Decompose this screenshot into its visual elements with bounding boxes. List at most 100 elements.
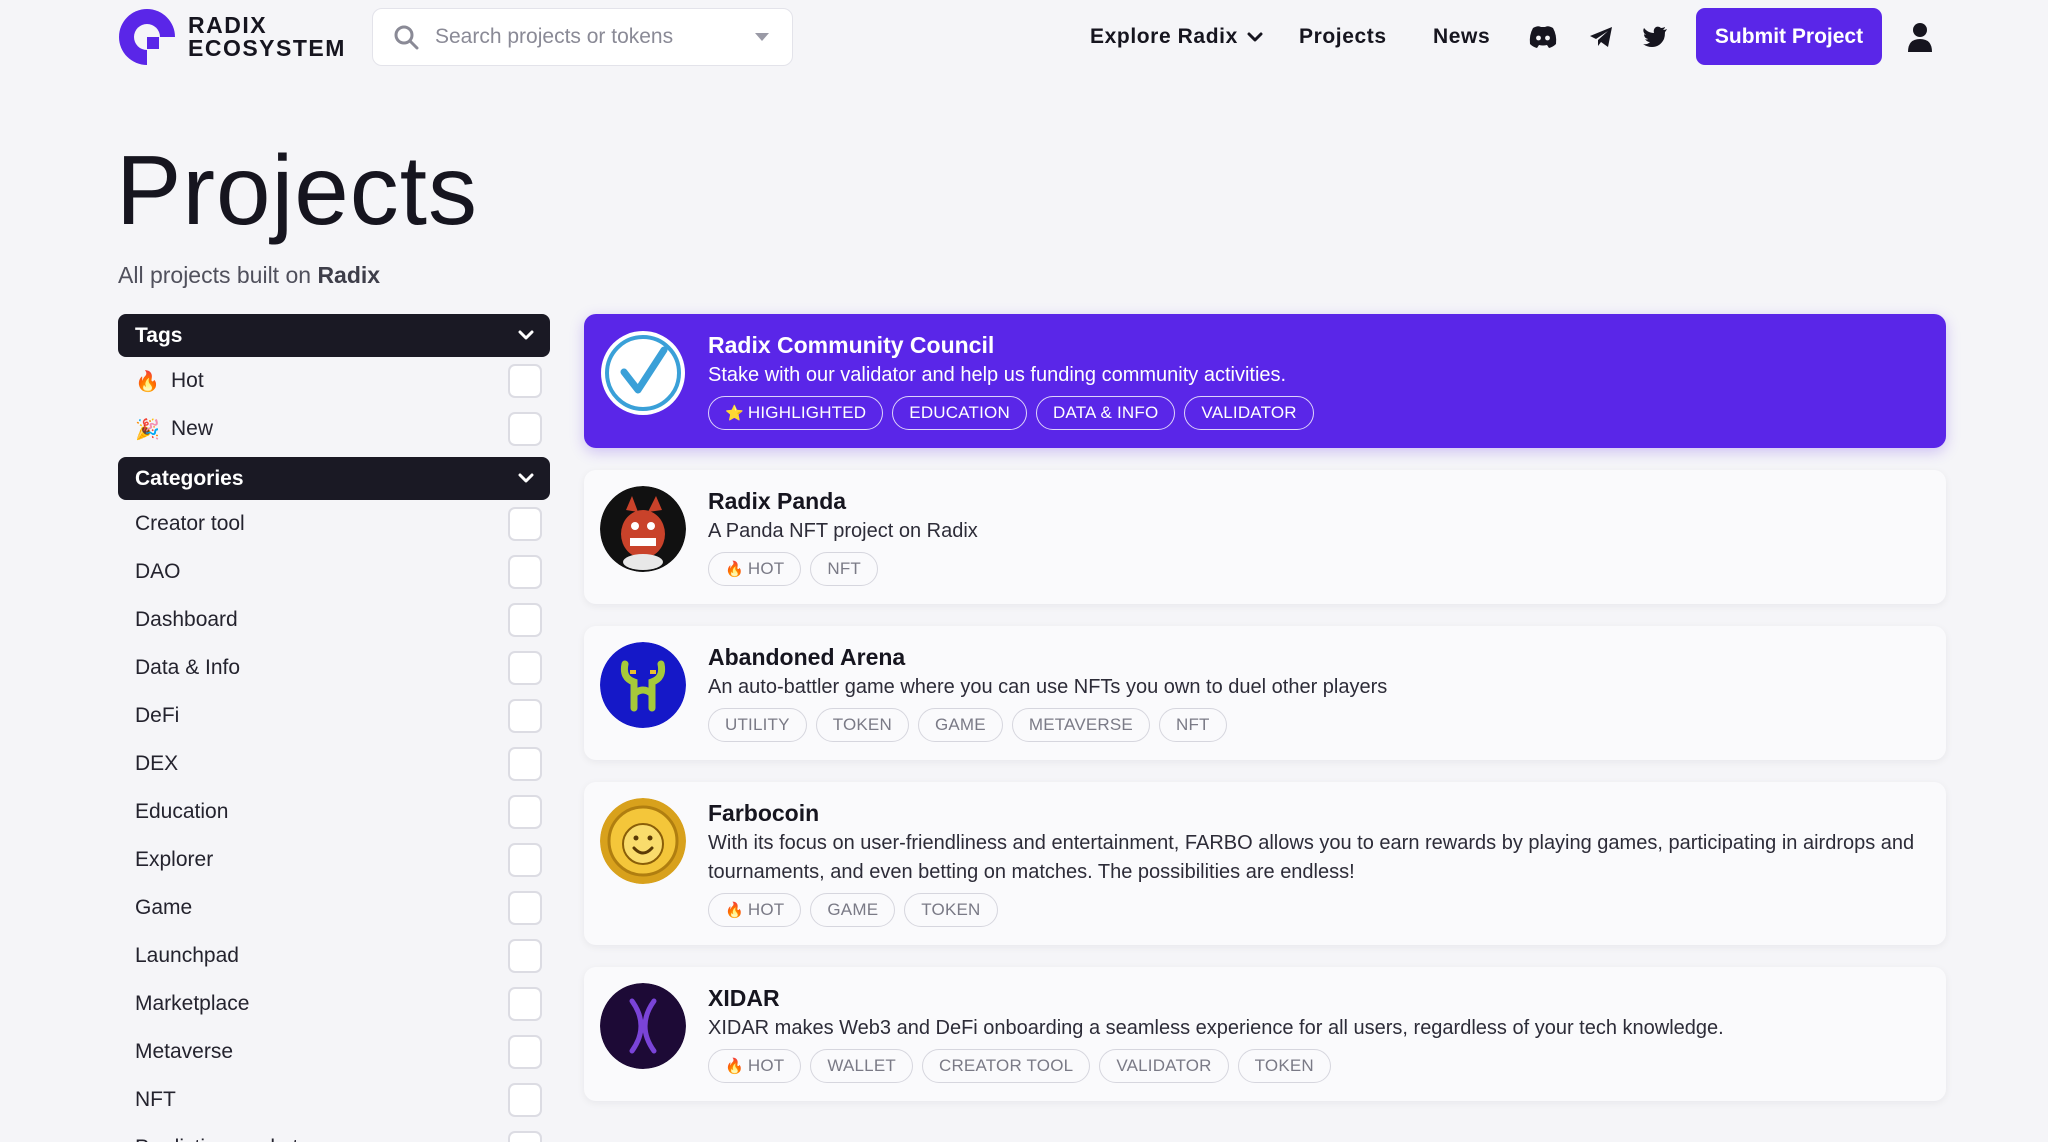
filter-label: 🎉 New <box>135 417 213 442</box>
project-list: Radix Community Council Stake with our va… <box>584 314 1946 1123</box>
fire-icon: 🔥 <box>135 370 160 393</box>
fire-icon: 🔥 <box>725 902 744 919</box>
filter-checkbox[interactable] <box>508 843 542 877</box>
tag-filter-hot[interactable]: 🔥 Hot <box>118 357 550 405</box>
tag-label: HIGHLIGHTED <box>747 403 867 422</box>
project-title[interactable]: Radix Community Council <box>708 330 1926 360</box>
category-filter-nft[interactable]: NFT <box>118 1076 550 1124</box>
project-title[interactable]: Abandoned Arena <box>708 642 1926 672</box>
project-tags: UTILITY TOKEN GAME METAVERSE NFT <box>708 708 1926 742</box>
radix-ecosystem-logo[interactable]: RADIX ECOSYSTEM <box>118 8 346 66</box>
project-card[interactable]: Radix Panda A Panda NFT project on Radix 🔥… <box>584 470 1946 604</box>
tag-highlighted[interactable]: ⭐ HIGHLIGHTED <box>708 396 884 430</box>
category-filter-creator-tool[interactable]: Creator tool <box>118 500 550 548</box>
project-card[interactable]: Abandoned Arena An auto-battler game wher… <box>584 626 1946 760</box>
project-card[interactable]: Radix Community Council Stake with our va… <box>584 314 1946 448</box>
page-subtitle: All projects built on Radix <box>118 262 380 289</box>
tag-label: METAVERSE <box>1028 715 1133 734</box>
nav-projects[interactable]: Projects <box>1299 0 1387 74</box>
project-title[interactable]: Radix Panda <box>708 486 1926 516</box>
project-description: XIDAR makes Web3 and DeFi onboarding a s… <box>708 1017 1724 1039</box>
nav-projects-label[interactable]: Projects <box>1299 25 1387 49</box>
tag-metaverse[interactable]: METAVERSE <box>1011 708 1150 742</box>
category-filter-marketplace[interactable]: Marketplace <box>118 980 550 1028</box>
discord-icon[interactable] <box>1526 20 1560 54</box>
category-filter-label: Metaverse <box>135 1040 234 1063</box>
tag-wallet[interactable]: WALLET <box>810 1049 913 1083</box>
filter-checkbox[interactable] <box>508 364 542 398</box>
filter-checkbox[interactable] <box>508 1083 542 1117</box>
tag-hot[interactable]: 🔥 HOT <box>708 552 802 586</box>
category-filter-education[interactable]: Education <box>118 788 550 836</box>
search-box[interactable] <box>372 8 793 66</box>
project-logo <box>600 798 686 884</box>
category-filter-data-info[interactable]: Data & Info <box>118 644 550 692</box>
tag-hot[interactable]: 🔥 HOT <box>708 893 802 927</box>
category-filter-defi[interactable]: DeFi <box>118 692 550 740</box>
radix-panda-logo <box>600 486 686 572</box>
tag-creator-tool[interactable]: CREATOR TOOL <box>921 1049 1091 1083</box>
filter-checkbox[interactable] <box>508 987 542 1021</box>
tag-education[interactable]: EDUCATION <box>892 396 1027 430</box>
categories-section-header[interactable]: Categories <box>118 457 550 500</box>
nav-explore-radix[interactable]: Explore Radix <box>1090 0 1263 74</box>
project-card[interactable]: Farbocoin With its focus on user-friendli… <box>584 782 1946 945</box>
nav-explore-label[interactable]: Explore Radix <box>1090 25 1238 49</box>
user-icon[interactable] <box>1904 20 1936 54</box>
tags-section-header[interactable]: Tags <box>118 314 550 357</box>
tag-data-info[interactable]: DATA & INFO <box>1035 396 1176 430</box>
telegram-icon[interactable] <box>1584 20 1618 54</box>
tag-nft[interactable]: NFT <box>1158 708 1227 742</box>
category-filter-dex[interactable]: DEX <box>118 740 550 788</box>
category-filter-dashboard[interactable]: Dashboard <box>118 596 550 644</box>
category-filter-explorer[interactable]: Explorer <box>118 836 550 884</box>
filter-checkbox[interactable] <box>508 507 542 541</box>
category-filter-dao[interactable]: DAO <box>118 548 550 596</box>
tag-game[interactable]: GAME <box>917 708 1003 742</box>
top-nav-bar: RADIX ECOSYSTEM Explore Radix Projects N… <box>0 0 2048 74</box>
nav-news-label[interactable]: News <box>1433 25 1490 49</box>
filter-checkbox[interactable] <box>508 795 542 829</box>
filter-checkbox[interactable] <box>508 939 542 973</box>
project-title[interactable]: XIDAR <box>708 983 1926 1013</box>
filter-checkbox[interactable] <box>508 651 542 685</box>
filter-checkbox[interactable] <box>508 1035 542 1069</box>
project-title[interactable]: Farbocoin <box>708 798 1926 828</box>
category-filter-metaverse[interactable]: Metaverse <box>118 1028 550 1076</box>
farbocoin-logo <box>600 798 686 884</box>
search-input[interactable] <box>435 17 754 57</box>
tag-label: VALIDATOR <box>1116 1056 1212 1075</box>
tag-token[interactable]: TOKEN <box>815 708 909 742</box>
nav-news[interactable]: News <box>1433 0 1490 74</box>
tag-validator[interactable]: VALIDATOR <box>1184 396 1314 430</box>
caret-down-icon[interactable] <box>754 32 770 42</box>
filter-checkbox[interactable] <box>508 1131 542 1142</box>
category-filter-launchpad[interactable]: Launchpad <box>118 932 550 980</box>
filter-checkbox[interactable] <box>508 747 542 781</box>
tag-token[interactable]: TOKEN <box>1237 1049 1331 1083</box>
filter-checkbox[interactable] <box>508 891 542 925</box>
tag-label: UTILITY <box>725 715 790 734</box>
fire-icon: 🔥 <box>725 1058 744 1075</box>
submit-project-button[interactable]: Submit Project <box>1696 8 1882 65</box>
filter-checkbox[interactable] <box>508 555 542 589</box>
search-icon <box>394 25 419 50</box>
tag-hot[interactable]: 🔥 HOT <box>708 1049 802 1083</box>
tag-filter-list: 🔥 Hot 🎉 New <box>118 357 550 453</box>
filter-checkbox[interactable] <box>508 603 542 637</box>
tag-game[interactable]: GAME <box>810 893 896 927</box>
filter-checkbox[interactable] <box>508 412 542 446</box>
tag-nft[interactable]: NFT <box>810 552 879 586</box>
project-card[interactable]: XIDAR XIDAR makes Web3 and DeFi onboardin… <box>584 967 1946 1101</box>
tag-token[interactable]: TOKEN <box>904 893 998 927</box>
category-filter-label: Explorer <box>135 848 214 871</box>
twitter-icon[interactable] <box>1638 20 1672 54</box>
tag-utility[interactable]: UTILITY <box>708 708 807 742</box>
filter-checkbox[interactable] <box>508 699 542 733</box>
tag-label: TOKEN <box>921 900 981 919</box>
tags-header-label: Tags <box>135 323 183 347</box>
tag-filter-new[interactable]: 🎉 New <box>118 405 550 453</box>
category-filter-prediction-market[interactable]: Prediction market <box>118 1124 550 1142</box>
category-filter-game[interactable]: Game <box>118 884 550 932</box>
tag-validator[interactable]: VALIDATOR <box>1099 1049 1229 1083</box>
